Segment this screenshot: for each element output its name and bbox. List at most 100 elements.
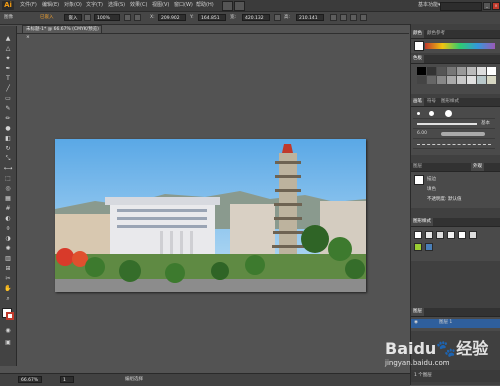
graphic-style-swatch[interactable]: [425, 243, 433, 251]
paintbrush-tool-icon[interactable]: ✎: [3, 104, 13, 113]
help-search-input[interactable]: [440, 2, 482, 11]
y-position-field[interactable]: 164.851: [198, 14, 226, 21]
blend-tool-icon[interactable]: ◑: [3, 234, 13, 243]
linked-file-link[interactable]: 已嵌入: [40, 15, 54, 21]
symbol-sprayer-tool-icon[interactable]: ✺: [3, 244, 13, 253]
line-tool-icon[interactable]: ╱: [3, 84, 13, 93]
swatch[interactable]: [417, 67, 426, 75]
menu-edit[interactable]: 编辑(E): [42, 2, 59, 9]
tab-layers[interactable]: 图层: [411, 308, 424, 316]
swatch[interactable]: [487, 67, 496, 75]
tab-symbols[interactable]: 符号: [425, 98, 438, 106]
menu-select[interactable]: 选择(S): [108, 2, 125, 9]
swatch[interactable]: [457, 76, 466, 84]
width-field[interactable]: 420.132: [242, 14, 270, 21]
zoom-tool-icon[interactable]: ⌕: [3, 294, 13, 303]
swatch[interactable]: [427, 76, 436, 84]
column-graph-tool-icon[interactable]: ▥: [3, 254, 13, 263]
perspective-grid-tool-icon[interactable]: ▦: [3, 194, 13, 203]
bridge-button[interactable]: [222, 1, 233, 11]
menu-type[interactable]: 文字(T): [86, 2, 103, 9]
menu-file[interactable]: 文件(F): [20, 2, 37, 9]
height-field[interactable]: 210.141: [296, 14, 324, 21]
selection-tool-icon[interactable]: ▲: [3, 34, 13, 43]
free-transform-tool-icon[interactable]: ⬚: [3, 174, 13, 183]
tab-color[interactable]: 颜色: [411, 30, 424, 38]
appearance-stroke[interactable]: 描边: [427, 177, 436, 183]
blob-brush-tool-icon[interactable]: ●: [3, 124, 13, 133]
color-fill-swatch[interactable]: [414, 41, 424, 51]
artboard-tool-icon[interactable]: ⊞: [3, 264, 13, 273]
tab-swatches[interactable]: 色板: [411, 55, 424, 63]
swatch[interactable]: [437, 67, 446, 75]
drawing-mode-icon[interactable]: ◉: [3, 326, 13, 335]
document-tab[interactable]: 未标题-1* @ 66.67% (CMYK/预览) ×: [22, 25, 102, 40]
tab-color-guide[interactable]: 颜色参考: [425, 30, 447, 38]
workspace-switcher[interactable]: 基本功能▾: [418, 2, 441, 9]
minimize-button[interactable]: _: [483, 2, 491, 10]
graphic-style-swatch[interactable]: [436, 231, 444, 239]
pencil-tool-icon[interactable]: ✏: [3, 114, 13, 123]
slice-tool-icon[interactable]: ✂: [3, 274, 13, 283]
graphic-style-swatch[interactable]: [447, 231, 455, 239]
placed-photo[interactable]: [55, 139, 366, 292]
recolor-icon[interactable]: [124, 14, 131, 21]
graphic-style-swatch[interactable]: [414, 243, 422, 251]
swatch[interactable]: [477, 76, 486, 84]
type-tool-icon[interactable]: T: [3, 74, 13, 83]
eraser-tool-icon[interactable]: ◧: [3, 134, 13, 143]
menu-effect[interactable]: 效果(C): [130, 2, 147, 9]
swatch[interactable]: [467, 67, 476, 75]
menu-object[interactable]: 对象(O): [64, 2, 82, 9]
stroke-color-swatch[interactable]: [6, 312, 14, 320]
hand-tool-icon[interactable]: ✋: [3, 284, 13, 293]
isolate-icon[interactable]: [340, 14, 347, 21]
gradient-tool-icon[interactable]: ◐: [3, 214, 13, 223]
graphic-style-swatch[interactable]: [414, 231, 422, 239]
x-position-field[interactable]: 209.902: [158, 14, 186, 21]
shape-builder-tool-icon[interactable]: ◎: [3, 184, 13, 193]
swatch[interactable]: [477, 67, 486, 75]
graphic-style-swatch[interactable]: [425, 231, 433, 239]
constrain-proportions-icon[interactable]: [274, 14, 281, 21]
artboard-number-field[interactable]: 1: [60, 376, 74, 383]
brush-row[interactable]: 基本: [413, 120, 495, 129]
tab-brushes[interactable]: 画笔: [411, 98, 424, 106]
menu-help[interactable]: 帮助(H): [196, 2, 214, 9]
tab-layers-alt[interactable]: 图层: [411, 163, 424, 171]
swatch[interactable]: [457, 67, 466, 75]
swatch[interactable]: [437, 76, 446, 84]
magic-wand-tool-icon[interactable]: ✦: [3, 54, 13, 63]
brush-row[interactable]: [413, 110, 495, 119]
layer-row[interactable]: ◉ 图层 1: [411, 319, 500, 328]
eyedropper-tool-icon[interactable]: ⌽: [3, 224, 13, 233]
edit-original-icon[interactable]: [84, 14, 91, 21]
graphic-style-swatch[interactable]: [469, 231, 477, 239]
menu-window[interactable]: 窗口(W): [174, 2, 193, 9]
panel-menu-icon[interactable]: [360, 14, 367, 21]
opacity-field[interactable]: 100%: [94, 14, 120, 21]
swatch[interactable]: [427, 67, 436, 75]
pen-tool-icon[interactable]: ✒: [3, 64, 13, 73]
mesh-tool-icon[interactable]: #: [3, 204, 13, 213]
screen-mode-icon[interactable]: ▣: [3, 338, 13, 347]
eye-icon[interactable]: ◉: [414, 320, 418, 326]
rectangle-tool-icon[interactable]: ▭: [3, 94, 13, 103]
embed-button[interactable]: 嵌入: [64, 14, 82, 21]
zoom-level-field[interactable]: 66.67%: [18, 376, 42, 383]
swatch[interactable]: [467, 76, 476, 84]
brush-row[interactable]: 6.00: [413, 130, 495, 139]
color-spectrum[interactable]: [425, 43, 495, 49]
scale-tool-icon[interactable]: ⤡: [3, 154, 13, 163]
tab-appearance[interactable]: 外观: [471, 163, 484, 171]
swatch[interactable]: [447, 67, 456, 75]
brush-row[interactable]: [413, 140, 495, 149]
align-icon[interactable]: [134, 14, 141, 21]
tab-graphic-styles[interactable]: 图形样式: [411, 218, 433, 226]
rotate-tool-icon[interactable]: ↻: [3, 144, 13, 153]
transform-icon[interactable]: [330, 14, 337, 21]
width-tool-icon[interactable]: ⟷: [3, 164, 13, 173]
appearance-fill[interactable]: 填色: [427, 187, 436, 193]
close-tab-icon[interactable]: ×: [26, 35, 30, 40]
swatch[interactable]: [487, 76, 496, 84]
